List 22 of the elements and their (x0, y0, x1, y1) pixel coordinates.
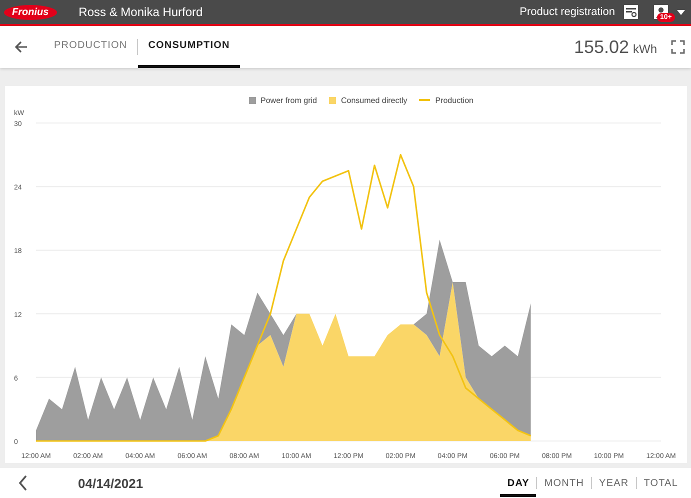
logo[interactable]: Fronius (4, 4, 57, 20)
period-tab[interactable]: MONTH (537, 469, 592, 497)
period-tab[interactable]: TOTAL (636, 469, 685, 497)
tab[interactable]: CONSUMPTION (138, 26, 240, 68)
fullscreen-icon[interactable] (671, 40, 685, 54)
legend-label[interactable]: Production (435, 96, 474, 104)
legend-square-icon (248, 96, 256, 104)
previous-chevron-icon[interactable] (18, 475, 28, 491)
legend-label[interactable]: Power from grid (260, 96, 317, 104)
legend-label[interactable]: Consumed directly (340, 96, 408, 104)
product-registration-link[interactable]: Product registration (520, 6, 615, 18)
date-label: 04/14/2021 (78, 476, 144, 490)
user-name: Ross & Monika Hurford (78, 5, 203, 19)
total-energy-value: 155.02 (574, 36, 629, 58)
registration-icon[interactable] (623, 4, 639, 20)
back-arrow-icon[interactable] (14, 41, 28, 53)
caret-icon[interactable] (677, 10, 685, 14)
period-tab[interactable]: YEAR (592, 469, 636, 497)
energy-unit: kWh (633, 42, 657, 56)
period-tab[interactable]: DAY (500, 469, 536, 497)
legend-square-icon (328, 96, 336, 104)
tab[interactable]: PRODUCTION (44, 26, 138, 68)
